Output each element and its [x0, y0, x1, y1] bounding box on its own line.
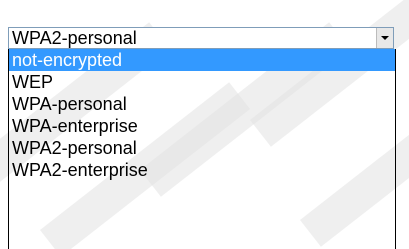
- dropdown-list: not-encrypted WEP WPA-personal WPA-enter…: [8, 49, 396, 249]
- option-wpa2-enterprise[interactable]: WPA2-enterprise: [9, 159, 395, 181]
- select-box[interactable]: WPA2-personal: [8, 27, 394, 49]
- option-wep[interactable]: WEP: [9, 71, 395, 93]
- encryption-select[interactable]: WPA2-personal not-encrypted WEP WPA-pers…: [8, 27, 396, 249]
- option-not-encrypted[interactable]: not-encrypted: [9, 49, 395, 71]
- page: WPA2-personal not-encrypted WEP WPA-pers…: [0, 0, 409, 249]
- selected-value: WPA2-personal: [12, 28, 137, 48]
- option-wpa2-personal[interactable]: WPA2-personal: [9, 137, 395, 159]
- chevron-down-icon[interactable]: [376, 28, 393, 48]
- option-wpa-personal[interactable]: WPA-personal: [9, 93, 395, 115]
- option-wpa-enterprise[interactable]: WPA-enterprise: [9, 115, 395, 137]
